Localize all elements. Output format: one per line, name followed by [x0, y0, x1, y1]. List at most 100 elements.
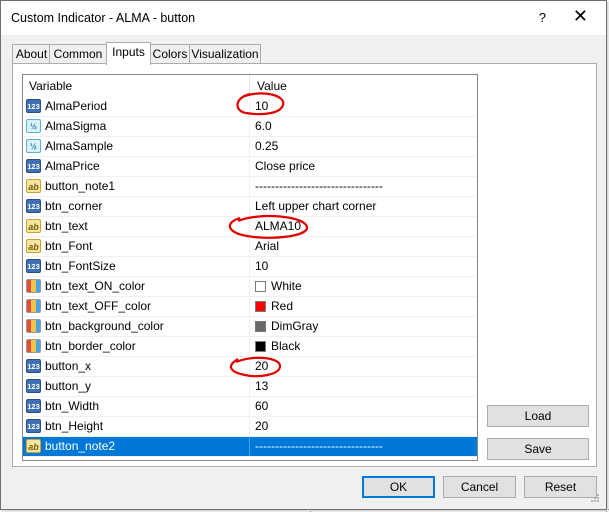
variable-value: 6.0: [255, 119, 272, 133]
window-title: Custom Indicator - ALMA - button: [11, 11, 196, 25]
tab-colors[interactable]: Colors: [149, 44, 191, 64]
variable-value: 60: [255, 399, 269, 413]
variable-cell: 123 btn_Width: [23, 397, 250, 416]
color-type-icon: [26, 299, 41, 313]
color-swatch: [255, 321, 266, 332]
string-type-icon: ab: [26, 219, 41, 233]
variable-value: 20: [255, 419, 269, 433]
input-row-btn-corner[interactable]: 123 btn_corner Left upper chart corner: [23, 197, 477, 217]
color-swatch: [255, 281, 266, 292]
variable-name: btn_corner: [45, 199, 103, 213]
value-cell[interactable]: White: [251, 277, 477, 296]
variable-value: Arial: [255, 239, 280, 253]
color-swatch: [255, 341, 266, 352]
string-type-icon: ab: [26, 439, 41, 453]
value-cell[interactable]: Black: [251, 337, 477, 356]
value-cell[interactable]: 20: [251, 417, 477, 436]
resize-grip-icon[interactable]: [590, 493, 600, 503]
variable-value: 10: [255, 99, 269, 113]
input-row-btn-text[interactable]: ab btn_text ALMA10: [23, 217, 477, 237]
input-row-almaprice[interactable]: 123 AlmaPrice Close price: [23, 157, 477, 177]
color-type-icon: [26, 319, 41, 333]
input-row-btn-text-off-color[interactable]: btn_text_OFF_color Red: [23, 297, 477, 317]
column-divider[interactable]: [249, 75, 250, 97]
variable-name: btn_text_OFF_color: [45, 299, 152, 313]
variable-value: Left upper chart corner: [255, 199, 377, 213]
reset-button[interactable]: Reset: [524, 476, 597, 498]
tab-about[interactable]: About: [12, 44, 51, 64]
input-row-btn-width[interactable]: 123 btn_Width 60: [23, 397, 477, 417]
variable-name: btn_border_color: [45, 339, 136, 353]
custom-indicator-dialog: Custom Indicator - ALMA - button ? ✕ Abo…: [0, 0, 607, 510]
help-button[interactable]: ?: [539, 10, 546, 25]
input-row-button-y[interactable]: 123 button_y 13: [23, 377, 477, 397]
value-cell[interactable]: 20: [251, 357, 477, 376]
save-button[interactable]: Save: [487, 438, 589, 460]
integer-type-icon: 123: [26, 99, 41, 113]
value-cell[interactable]: Red: [251, 297, 477, 316]
variable-cell: btn_background_color: [23, 317, 250, 336]
input-row-button-note1[interactable]: ab button_note1 --------------------------…: [23, 177, 477, 197]
value-cell[interactable]: Arial: [251, 237, 477, 256]
input-row-almaperiod[interactable]: 123 AlmaPeriod 10: [23, 97, 477, 117]
color-type-icon: [26, 279, 41, 293]
tab-common[interactable]: Common: [49, 44, 107, 64]
variable-name: button_y: [45, 379, 92, 393]
load-button[interactable]: Load: [487, 405, 589, 427]
ok-button[interactable]: OK: [362, 476, 435, 498]
value-cell[interactable]: 0.25: [251, 137, 477, 156]
color-type-icon: [26, 339, 41, 353]
value-cell[interactable]: Close price: [251, 157, 477, 176]
input-row-btn-font[interactable]: ab btn_Font Arial: [23, 237, 477, 257]
integer-type-icon: 123: [26, 259, 41, 273]
variable-value: 20: [255, 359, 269, 373]
variable-name: button_note1: [45, 179, 116, 193]
input-row-almasample[interactable]: ½ AlmaSample 0.25: [23, 137, 477, 157]
variable-name: btn_FontSize: [45, 259, 116, 273]
value-cell[interactable]: --------------------------------: [251, 437, 477, 456]
value-cell[interactable]: 10: [251, 97, 477, 116]
value-cell[interactable]: DimGray: [251, 317, 477, 336]
variable-name: btn_background_color: [45, 319, 164, 333]
title-bar[interactable]: Custom Indicator - ALMA - button ? ✕: [1, 1, 606, 35]
input-row-btn-background-color[interactable]: btn_background_color DimGray: [23, 317, 477, 337]
input-row-button-x[interactable]: 123 button_x 20: [23, 357, 477, 377]
input-row-btn-height[interactable]: 123 btn_Height 20: [23, 417, 477, 437]
string-type-icon: ab: [26, 239, 41, 253]
input-row-btn-border-color[interactable]: btn_border_color Black: [23, 337, 477, 357]
inputs-grid[interactable]: Variable Value 123 AlmaPeriod 10 ½ AlmaSigma…: [22, 74, 478, 461]
input-row-btn-fontsize[interactable]: 123 btn_FontSize 10: [23, 257, 477, 277]
tab-visualization[interactable]: Visualization: [189, 44, 261, 64]
value-cell[interactable]: 60: [251, 397, 477, 416]
variable-name: button_note2: [45, 439, 116, 453]
double-type-icon: ½: [26, 119, 41, 133]
variable-value: --------------------------------: [255, 179, 383, 193]
close-button[interactable]: ✕: [573, 7, 588, 25]
variable-cell: btn_text_OFF_color: [23, 297, 250, 316]
column-header-variable[interactable]: Variable: [23, 75, 72, 97]
variable-cell: 123 AlmaPeriod: [23, 97, 250, 116]
variable-value: 0.25: [255, 139, 279, 153]
input-row-button-note2[interactable]: ab button_note2 --------------------------…: [23, 437, 477, 457]
input-row-btn-text-on-color[interactable]: btn_text_ON_color White: [23, 277, 477, 297]
column-header-value[interactable]: Value: [251, 75, 287, 97]
input-row-almasigma[interactable]: ½ AlmaSigma 6.0: [23, 117, 477, 137]
value-cell[interactable]: 10: [251, 257, 477, 276]
value-cell[interactable]: --------------------------------: [251, 177, 477, 196]
variable-cell: ab button_note1: [23, 177, 250, 196]
string-type-icon: ab: [26, 179, 41, 193]
tab-inputs[interactable]: Inputs: [106, 42, 151, 65]
variable-cell: btn_border_color: [23, 337, 250, 356]
color-swatch: [255, 301, 266, 312]
integer-type-icon: 123: [26, 359, 41, 373]
value-cell[interactable]: 13: [251, 377, 477, 396]
value-cell[interactable]: Left upper chart corner: [251, 197, 477, 216]
variable-value: ALMA10: [255, 219, 302, 233]
integer-type-icon: 123: [26, 399, 41, 413]
value-cell[interactable]: 6.0: [251, 117, 477, 136]
cancel-button[interactable]: Cancel: [443, 476, 516, 498]
variable-name: AlmaPrice: [45, 159, 100, 173]
grid-header: Variable Value: [23, 75, 477, 97]
variable-cell: 123 btn_corner: [23, 197, 250, 216]
value-cell[interactable]: ALMA10: [251, 217, 477, 236]
